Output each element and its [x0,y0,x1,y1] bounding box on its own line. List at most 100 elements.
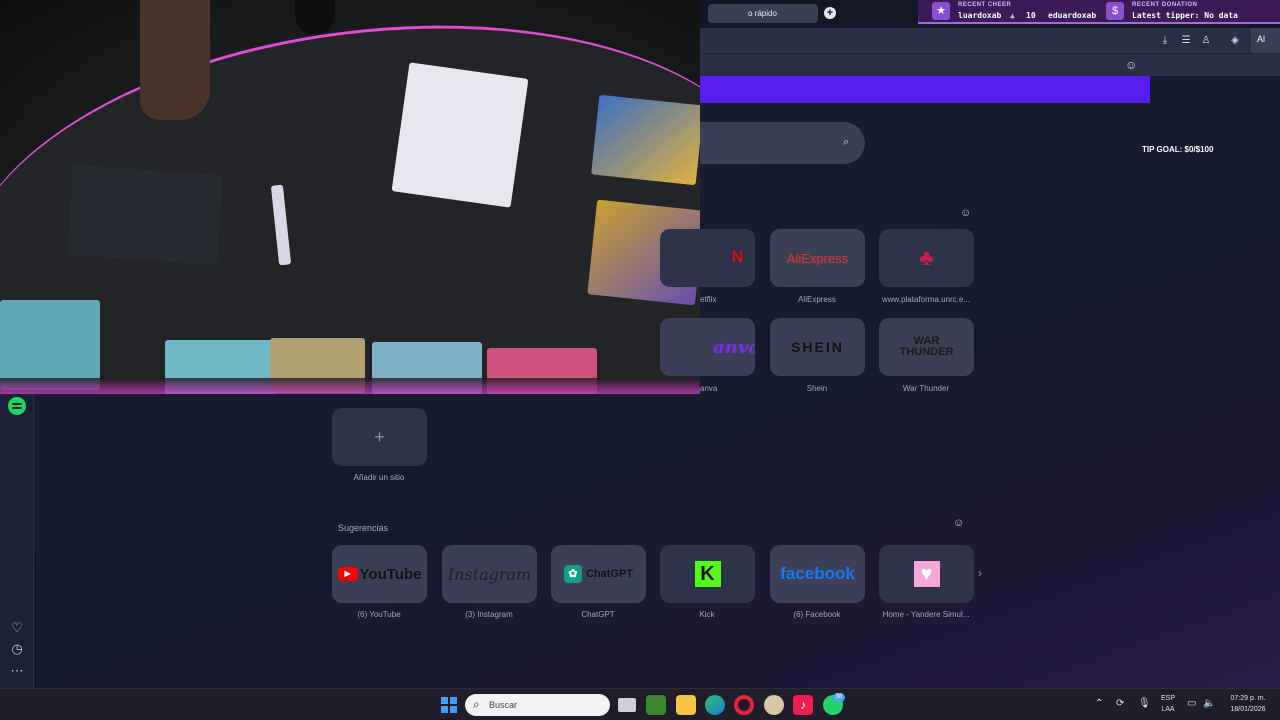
language-sub: LAA [1161,706,1175,713]
suggestion-tile-youtube[interactable]: ▶ YouTube [332,545,427,603]
webcam-leg [140,0,210,120]
tile-caption: anva [700,384,718,393]
windows-taskbar: ⌕ Buscar ♪ ⌃ ⟳ 🎙 ESP LAA ▭ 🔈 07:29 p. m.… [0,688,1280,720]
recent-cheer-user: luardoxab [958,11,1002,20]
play-icon: ▶ [337,567,358,581]
tile-caption: War Thunder [902,384,950,393]
speed-dial-tile-war-thunder[interactable]: WAR THUNDER [879,318,974,376]
speed-dial-tile-plataforma[interactable]: ♣ [879,229,974,287]
address-bar[interactable]: ☺ [700,53,1280,76]
search-icon: ⌕ [842,136,849,148]
facebook-logo-icon: facebook [780,564,855,583]
smiley-icon[interactable]: ☺ [953,517,964,529]
clock-date[interactable]: 18/01/2026 [1222,706,1274,713]
download-icon[interactable]: ⤓ [1158,34,1172,48]
ai-button[interactable]: Al [1251,28,1280,53]
history-icon[interactable]: ◷ [8,640,26,658]
plataforma-logo-icon: ♣ [919,245,934,270]
tab-speed-dial[interactable]: o rápido [708,4,818,23]
heart-logo-icon: ♥ [879,545,974,603]
suggestion-tile-instagram[interactable]: Instagram [442,545,537,603]
recent-donation-label: RECENT DONATION [1132,2,1198,8]
sync-icon[interactable]: ⟳ [1116,698,1124,709]
browser-toolbar: ⤓ ☰ ♙ ◈ Al [700,28,1280,53]
cheer-triangle-icon: ▲ [1010,11,1015,20]
tile-caption: Kick [699,610,715,619]
file-explorer-icon[interactable] [676,695,696,715]
tile-caption: (6) YouTube [357,610,401,619]
smiley-icon[interactable]: ☺ [1125,58,1137,72]
aliexpress-logo-icon: AliExpress [786,250,849,266]
suggestion-tile-yandere[interactable]: ♥ [879,545,974,603]
netflix-logo-icon: N [731,249,744,266]
new-tab-button[interactable]: + [824,7,836,19]
clock-time[interactable]: 07:29 p. m. [1222,695,1274,702]
tile-caption: Shein [806,384,828,393]
recent-cheer-amount: 10 [1026,11,1036,20]
edge-icon[interactable] [705,695,725,715]
tile-caption: (3) Instagram [465,610,513,619]
microphone-icon[interactable]: 🎙 [1138,698,1151,709]
webcam-shoe [295,0,335,35]
tile-caption: ChatGPT [581,610,615,619]
chatgpt-wordmark: ChatGPT [585,568,634,580]
windows-start-icon[interactable] [439,695,459,715]
search-input[interactable]: ⌕ [700,122,865,164]
recent-cheer-user2: eduardoxab [1048,11,1097,20]
webcam-card-left [0,300,100,390]
smiley-icon[interactable]: ☺ [960,207,971,219]
recent-donation-text: Latest tipper: No data [1132,11,1238,20]
tiktok-icon[interactable]: ♪ [793,695,813,715]
suggestion-tile-facebook[interactable]: facebook [770,545,865,603]
network-icon[interactable]: ▭ [1187,698,1196,709]
kick-logo-icon: K [660,545,755,603]
cube-icon[interactable]: ◈ [1228,34,1242,48]
purple-banner [700,76,1150,103]
chatgpt-logo-icon: ✿ ChatGPT [551,545,646,603]
spotify-icon[interactable] [8,397,26,415]
speed-dial-tile-shein[interactable]: SHEIN [770,318,865,376]
star-icon: ★ [932,2,950,20]
chevron-right-icon[interactable]: › [978,566,982,580]
add-site-caption: Añadir un sitio [353,473,405,482]
minecraft-icon[interactable] [646,695,666,715]
game-icon[interactable] [764,695,784,715]
add-site-button[interactable]: + [332,408,427,466]
openai-icon: ✿ [563,565,582,583]
task-view-icon[interactable] [618,698,636,712]
suggestions-title: Sugerencias [338,523,389,533]
tile-caption: etflix [700,295,717,304]
chevron-up-icon[interactable]: ⌃ [1095,698,1103,709]
recent-cheer-label: RECENT CHEER [958,2,1012,8]
speed-dial-tile-aliexpress[interactable]: AliExpress [770,229,865,287]
menu-icon[interactable]: ☰ [1179,34,1193,48]
donation-icon: $ [1106,2,1124,20]
search-icon: ⌕ [473,697,480,711]
suggestion-tile-kick[interactable]: K [660,545,755,603]
tile-caption: AliExpress [798,295,836,304]
language-indicator[interactable]: ESP [1158,695,1178,702]
webcam-card-stack [391,62,529,208]
youtube-logo-icon: ▶ YouTube [332,545,427,603]
plus-icon: + [374,426,385,447]
more-icon[interactable]: ⋯ [8,662,26,680]
stream-overlay: ★ RECENT CHEER luardoxab ▲ 10 eduardoxab… [918,0,1280,24]
speed-dial-tile-canva[interactable]: anva [660,318,755,376]
opera-icon[interactable] [734,695,754,715]
speed-dial-tile-netflix[interactable]: N [660,229,755,287]
tile-caption: (6) Facebook [793,610,841,619]
suggestion-tile-chatgpt[interactable]: ✿ ChatGPT [551,545,646,603]
heart-icon[interactable]: ♡ [8,619,26,637]
taskbar-search[interactable]: ⌕ Buscar [465,694,610,716]
taskbar-search-placeholder: Buscar [489,700,518,710]
youtube-wordmark: YouTube [359,565,422,583]
whatsapp-badge: 38 [833,693,845,702]
webcam-deck-box [67,164,223,266]
war-thunder-logo-icon: WAR THUNDER [899,335,954,358]
account-icon[interactable]: ♙ [1199,34,1213,48]
browser-sidebar: ♡ ◷ ⋯ [0,394,34,688]
volume-icon[interactable]: 🔈 [1203,698,1215,709]
canva-logo-icon: anva [713,336,755,358]
webcam-feed [0,0,700,394]
tile-caption: Home - Yandere Simul... [882,610,970,619]
